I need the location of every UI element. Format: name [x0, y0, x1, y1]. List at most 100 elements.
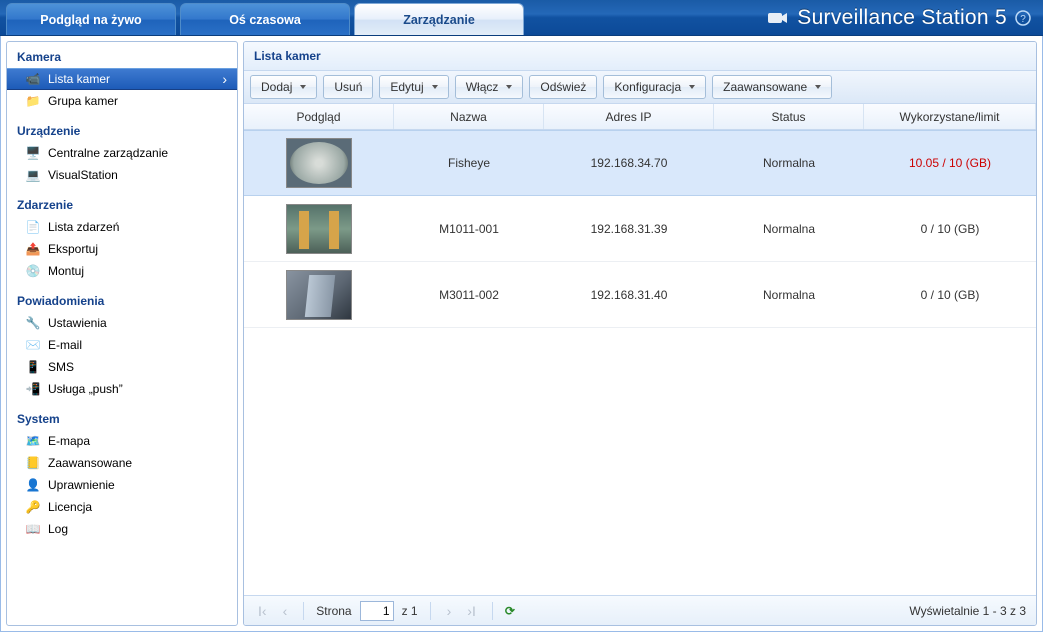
pager-last[interactable]: ›I	[463, 602, 480, 620]
sidebar-group-title: Powiadomienia	[7, 286, 237, 312]
cell-usage: 0 / 10 (GB)	[864, 288, 1036, 302]
tab-timeline[interactable]: Oś czasowa	[180, 3, 350, 35]
cell-preview	[244, 270, 394, 320]
pager-first[interactable]: I‹	[254, 602, 271, 620]
sidebar-item[interactable]: 👤Uprawnienie	[7, 474, 237, 496]
camera-icon: 📹	[25, 71, 41, 87]
separator	[492, 602, 493, 620]
col-ip[interactable]: Adres IP	[544, 104, 714, 129]
sidebar-item[interactable]: 🔧 Ustawienia	[7, 312, 237, 334]
button-label: Włącz	[466, 80, 499, 94]
sidebar-item-label: E-mail	[48, 338, 82, 352]
sidebar-item[interactable]: 📹Lista kamer	[7, 68, 237, 90]
sidebar-nav: Kamera📹Lista kamer📁Grupa kamer Urządzenie…	[6, 41, 238, 626]
sidebar-item-label: Lista zdarzeń	[48, 220, 119, 234]
servers-icon: 🖥️	[25, 145, 41, 161]
pager-prev[interactable]: ‹	[279, 602, 292, 620]
cell-name: Fisheye	[394, 156, 544, 170]
col-status[interactable]: Status	[714, 104, 864, 129]
pager-next[interactable]: ›	[443, 602, 456, 620]
cell-usage: 0 / 10 (GB)	[864, 222, 1036, 236]
sidebar-group-title: Kamera	[7, 42, 237, 68]
column-headers: Podgląd Nazwa Adres IP Status Wykorzysta…	[244, 104, 1036, 130]
monitor-icon: 💻	[25, 167, 41, 183]
sidebar-item-label: E-mapa	[48, 434, 90, 448]
cell-ip: 192.168.31.39	[544, 222, 714, 236]
table-row[interactable]: M1011-001192.168.31.39Normalna0 / 10 (GB…	[244, 196, 1036, 262]
sidebar-item-label: SMS	[48, 360, 74, 374]
main-area: Kamera📹Lista kamer📁Grupa kamerUrządzenie…	[0, 36, 1043, 632]
list-icon: 📄	[25, 219, 41, 235]
cell-ip: 192.168.34.70	[544, 156, 714, 170]
mail-icon: ✉️	[25, 337, 41, 353]
sidebar-item[interactable]: 📒Zaawansowane	[7, 452, 237, 474]
svg-text:?: ?	[1020, 14, 1026, 25]
camera-thumbnail	[286, 138, 352, 188]
sidebar-group-title: Urządzenie	[7, 116, 237, 142]
sidebar-item-label: Centralne zarządzanie	[48, 146, 168, 160]
tab-live-view[interactable]: Podgląd na żywo	[6, 3, 176, 35]
tab-label: Oś czasowa	[229, 13, 301, 27]
col-name[interactable]: Nazwa	[394, 104, 544, 129]
pager-of-label: z 1	[402, 604, 418, 618]
delete-button[interactable]: Usuń	[323, 75, 373, 99]
sidebar-item[interactable]: 🔑Licencja	[7, 496, 237, 518]
cell-name: M1011-001	[394, 222, 544, 236]
table-row[interactable]: M3011-002192.168.31.40Normalna0 / 10 (GB…	[244, 262, 1036, 328]
sidebar-item[interactable]: 📲 Usługa „push”	[7, 378, 237, 400]
camera-rows: Fisheye192.168.34.70Normalna10.05 / 10 (…	[244, 130, 1036, 595]
sidebar-item-label: Ustawienia	[48, 316, 107, 330]
app-icon	[767, 7, 789, 29]
pager-refresh-icon[interactable]: ⟳	[505, 604, 515, 618]
pager-page-input[interactable]	[360, 601, 394, 621]
sidebar-item-label: Eksportuj	[48, 242, 98, 256]
button-label: Konfiguracja	[614, 80, 681, 94]
mount-icon: 💿	[25, 263, 41, 279]
add-button[interactable]: Dodaj	[250, 75, 317, 99]
sidebar-group-title: Zdarzenie	[7, 190, 237, 216]
enable-button[interactable]: Włącz	[455, 75, 524, 99]
config-button[interactable]: Konfiguracja	[603, 75, 706, 99]
log-icon: 📖	[25, 521, 41, 537]
panel-title: Lista kamer	[244, 42, 1036, 71]
tab-management[interactable]: Zarządzanie	[354, 3, 524, 35]
push-icon: 📲	[25, 381, 41, 397]
col-preview[interactable]: Podgląd	[244, 104, 394, 129]
refresh-button[interactable]: Odśwież	[529, 75, 597, 99]
separator	[303, 602, 304, 620]
edit-button[interactable]: Edytuj	[379, 75, 448, 99]
advanced-button[interactable]: Zaawansowane	[712, 75, 832, 99]
sidebar-item-label: VisualStation	[48, 168, 118, 182]
sidebar-item-label: Log	[48, 522, 68, 536]
settings-icon: 🔧	[25, 315, 41, 331]
sidebar-item[interactable]: 📄 Lista zdarzeń	[7, 216, 237, 238]
sidebar-item[interactable]: 📁Grupa kamer	[7, 90, 237, 112]
sidebar-item[interactable]: 💻 VisualStation	[7, 164, 237, 186]
tab-label: Zarządzanie	[403, 13, 475, 27]
button-label: Zaawansowane	[723, 80, 807, 94]
table-row[interactable]: Fisheye192.168.34.70Normalna10.05 / 10 (…	[244, 130, 1036, 196]
cell-status: Normalna	[714, 222, 864, 236]
button-label: Odśwież	[540, 80, 586, 94]
sidebar-item[interactable]: 📱SMS	[7, 356, 237, 378]
user-icon: 👤	[25, 477, 41, 493]
camera-thumbnail	[286, 270, 352, 320]
sidebar-item[interactable]: ✉️ E-mail	[7, 334, 237, 356]
button-label: Edytuj	[390, 80, 423, 94]
cell-preview	[244, 204, 394, 254]
sidebar-item[interactable]: 🖥️ Centralne zarządzanie	[7, 142, 237, 164]
app-header: Podgląd na żywo Oś czasowa Zarządzanie S…	[0, 0, 1043, 36]
sidebar-item[interactable]: 📤Eksportuj	[7, 238, 237, 260]
col-usage[interactable]: Wykorzystane/limit	[864, 104, 1036, 129]
camera-thumbnail	[286, 204, 352, 254]
nav-tabs: Podgląd na żywo Oś czasowa Zarządzanie	[0, 0, 524, 35]
help-icon[interactable]: ?	[1015, 10, 1031, 26]
cell-ip: 192.168.31.40	[544, 288, 714, 302]
sidebar-item[interactable]: 🗺️E-mapa	[7, 430, 237, 452]
sidebar-item-label: Montuj	[48, 264, 84, 278]
sidebar-item[interactable]: 📖 Log	[7, 518, 237, 540]
sidebar-item-label: Licencja	[48, 500, 92, 514]
sidebar-item[interactable]: 💿 Montuj	[7, 260, 237, 282]
sidebar-item-label: Usługa „push”	[48, 382, 123, 396]
button-label: Usuń	[334, 80, 362, 94]
